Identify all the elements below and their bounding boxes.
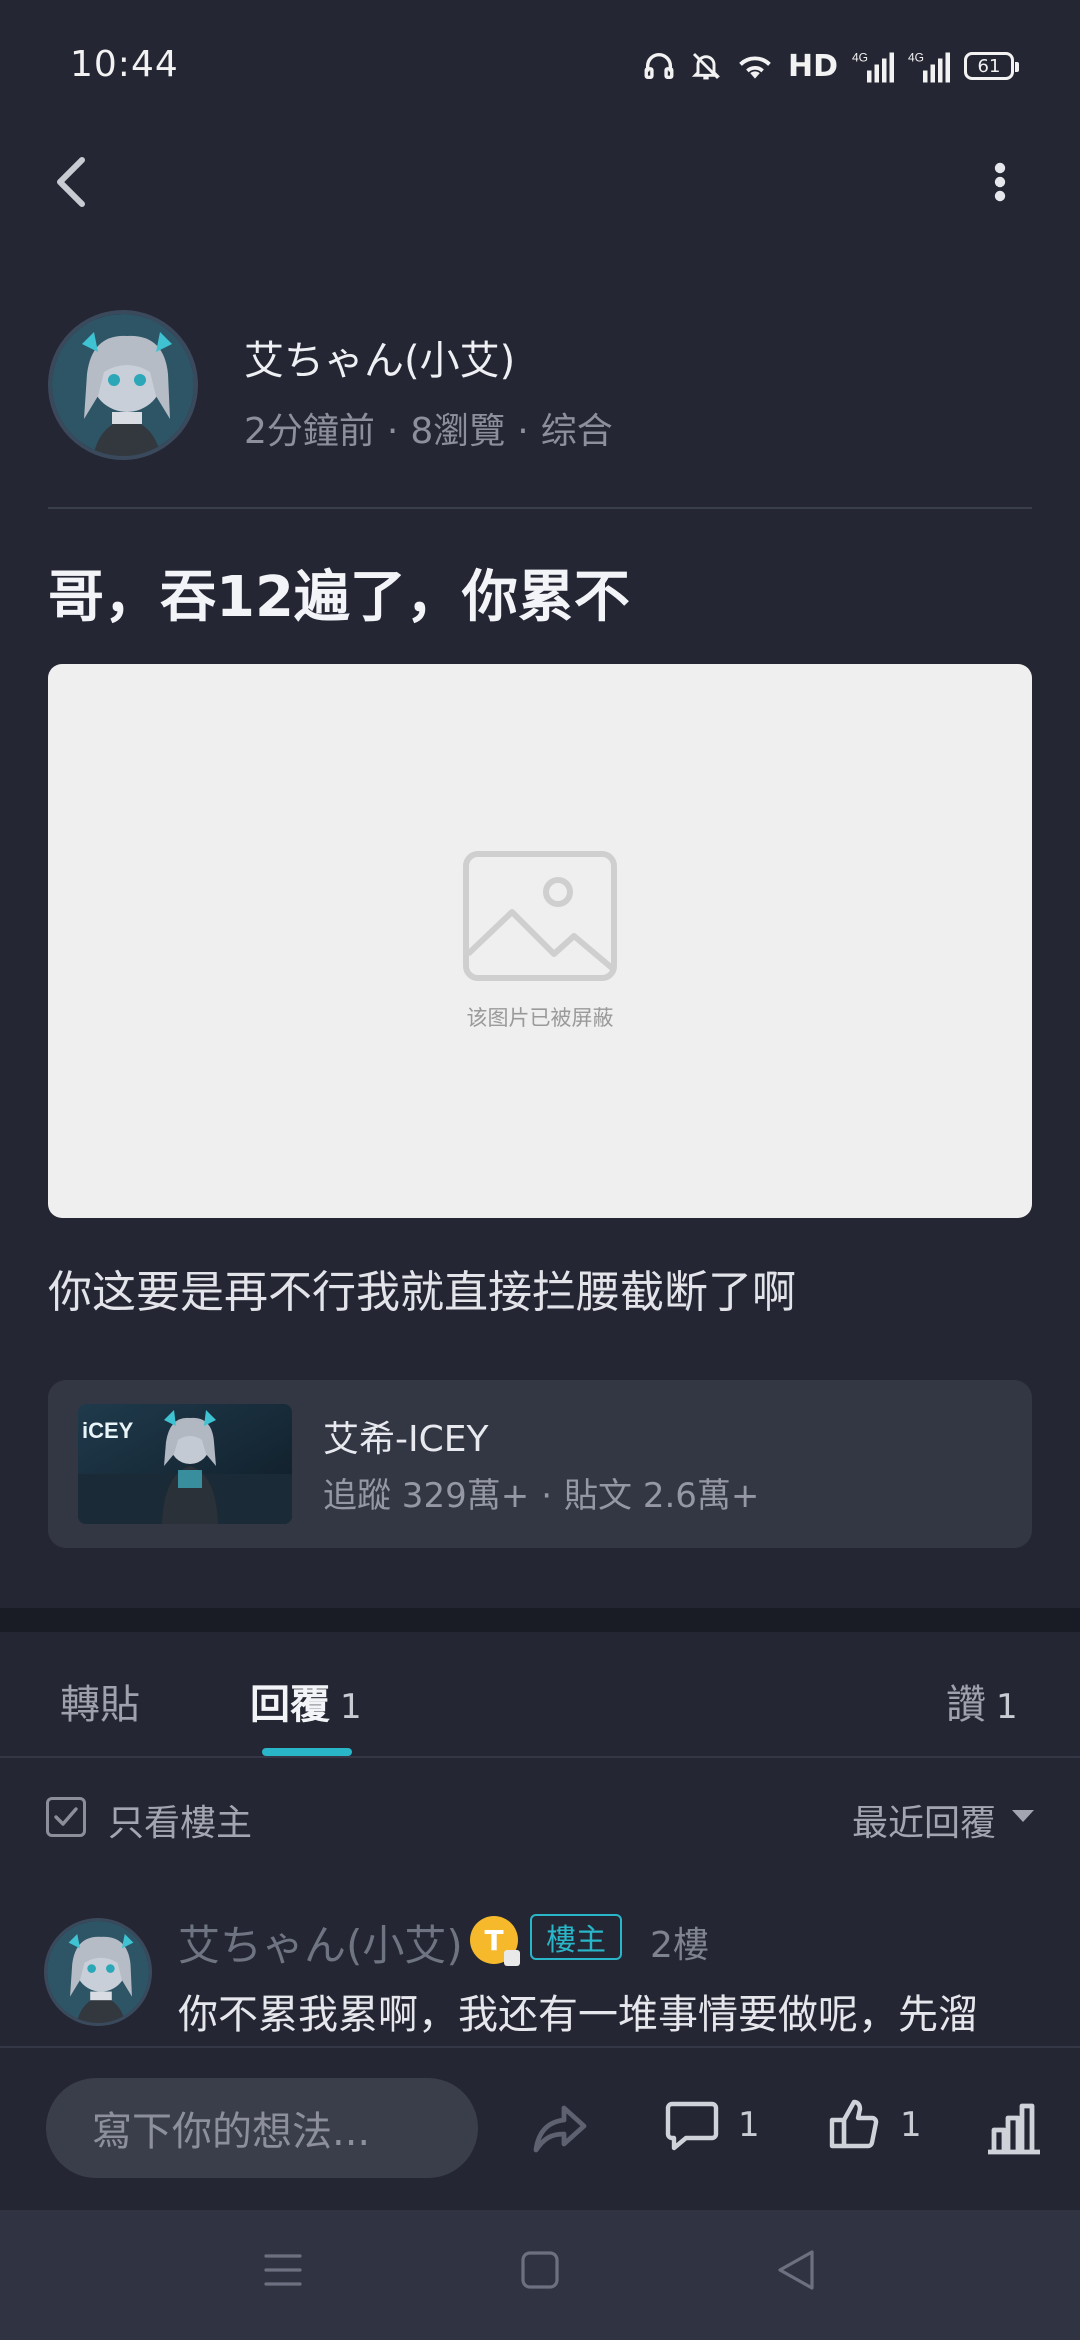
stats-button[interactable] (984, 2098, 1044, 2158)
topic-followers: 追蹤 329萬+ (323, 1476, 530, 1516)
tab-replies[interactable]: 回覆 1 (250, 1672, 362, 1730)
comment-icon (665, 2101, 719, 2151)
only-op-label[interactable]: 只看樓主 (108, 1794, 252, 1846)
share-icon (533, 2105, 587, 2153)
topic-thumbnail: iCEY (78, 1404, 292, 1524)
level-badge: T (470, 1916, 520, 1966)
only-op-checkbox[interactable] (46, 1797, 86, 1837)
tab-replies-label: 回覆 (250, 1682, 330, 1728)
status-time: 10:44 (70, 44, 179, 85)
stats-separator: · (541, 1476, 553, 1516)
signal-icon: 4G (908, 51, 950, 83)
bell-muted-icon (691, 52, 721, 80)
topic-thumb-logo: iCEY (82, 1418, 134, 1443)
active-tab-indicator (262, 1748, 352, 1756)
chevron-left-icon (57, 157, 85, 207)
check-icon (54, 1807, 78, 1826)
lock-icon (504, 1950, 520, 1966)
back-button[interactable] (40, 150, 104, 214)
thumbs-up-icon (829, 2099, 879, 2149)
bar-chart-icon (988, 2103, 1040, 2155)
menu-icon (264, 2254, 302, 2286)
signal-icon: 4G (852, 51, 894, 83)
meta-separator: · (517, 411, 529, 452)
svg-text:4G: 4G (852, 51, 868, 65)
headphones-icon (644, 53, 674, 80)
post-category[interactable]: 综合 (541, 411, 613, 452)
home-button[interactable] (520, 2250, 560, 2294)
section-separator (0, 1608, 1080, 1632)
battery-icon: 61 (964, 52, 1019, 80)
hd-icon: HD (787, 48, 838, 84)
topic-card[interactable]: iCEY 艾希-ICEY 追蹤 329萬+ · 貼文 2.6萬+ (48, 1380, 1032, 1548)
reply-avatar[interactable] (44, 1918, 152, 2026)
image-blocked-text: 该图片已被屏蔽 (466, 1006, 614, 1030)
more-options-button[interactable] (968, 150, 1032, 214)
recent-apps-button[interactable] (262, 2250, 304, 2294)
status-bar: 10:44 HD 4G 4G 61 (0, 0, 1080, 130)
interaction-tabs: 轉貼 回覆 1 讚1 (0, 1632, 1080, 1756)
author-avatar[interactable] (48, 310, 198, 460)
op-badge: 樓主 (530, 1914, 622, 1960)
share-button[interactable] (530, 2098, 590, 2158)
more-vertical-icon (994, 162, 1006, 202)
comment-count: 1 (738, 2105, 760, 2145)
topic-stats: 追蹤 329萬+ · 貼文 2.6萬+ (323, 1468, 759, 1517)
tab-likes[interactable]: 讚1 (946, 1672, 1018, 1730)
wifi-icon (739, 56, 771, 79)
level-badge-label: T (484, 1923, 504, 1957)
like-count: 1 (900, 2105, 922, 2145)
topic-name: 艾希-ICEY (323, 1419, 489, 1460)
square-icon (521, 2251, 559, 2289)
post-title: 哥，吞12遍了，你累不 (48, 565, 630, 630)
tab-repost[interactable]: 轉貼 (60, 1672, 140, 1730)
tab-replies-count: 1 (340, 1687, 362, 1727)
divider (0, 1756, 1080, 1758)
sort-dropdown[interactable]: 最近回覆 (852, 1794, 996, 1846)
author-name[interactable]: 艾ちゃん(小艾) (244, 328, 515, 386)
meta-separator: · (386, 411, 399, 452)
system-back-button[interactable] (776, 2248, 816, 2296)
floor-number: 2樓 (650, 1925, 709, 1966)
comment-button[interactable]: 1 (664, 2098, 760, 2152)
tab-likes-label: 讚 (946, 1682, 986, 1728)
caret-down-icon[interactable] (1012, 1810, 1034, 1822)
post-meta: 2分鐘前 · 8瀏覽 · 综合 (244, 402, 613, 454)
like-button[interactable]: 1 (828, 2098, 922, 2152)
reply-author-name[interactable]: 艾ちゃん(小艾) (178, 1912, 463, 1973)
comment-input[interactable]: 寫下你的想法... (46, 2078, 478, 2178)
triangle-back-icon (778, 2250, 814, 2290)
post-time: 2分鐘前 (244, 411, 375, 452)
blocked-image-placeholder[interactable]: 该图片已被屏蔽 (48, 664, 1032, 1218)
post-body: 你这要是再不行我就直接拦腰截断了啊 (48, 1267, 796, 1318)
reply-text: 你不累我累啊，我还有一堆事情要做呢，先溜 (178, 1992, 978, 2038)
view-count: 8瀏覽 (410, 411, 506, 452)
tab-likes-count: 1 (996, 1687, 1018, 1727)
topic-posts: 貼文 2.6萬+ (564, 1476, 760, 1516)
status-icons: HD 4G 4G 61 (642, 46, 1019, 86)
tab-repost-label: 轉貼 (60, 1682, 140, 1728)
divider (48, 507, 1032, 509)
image-placeholder-icon (463, 851, 617, 981)
svg-text:4G: 4G (908, 51, 924, 65)
